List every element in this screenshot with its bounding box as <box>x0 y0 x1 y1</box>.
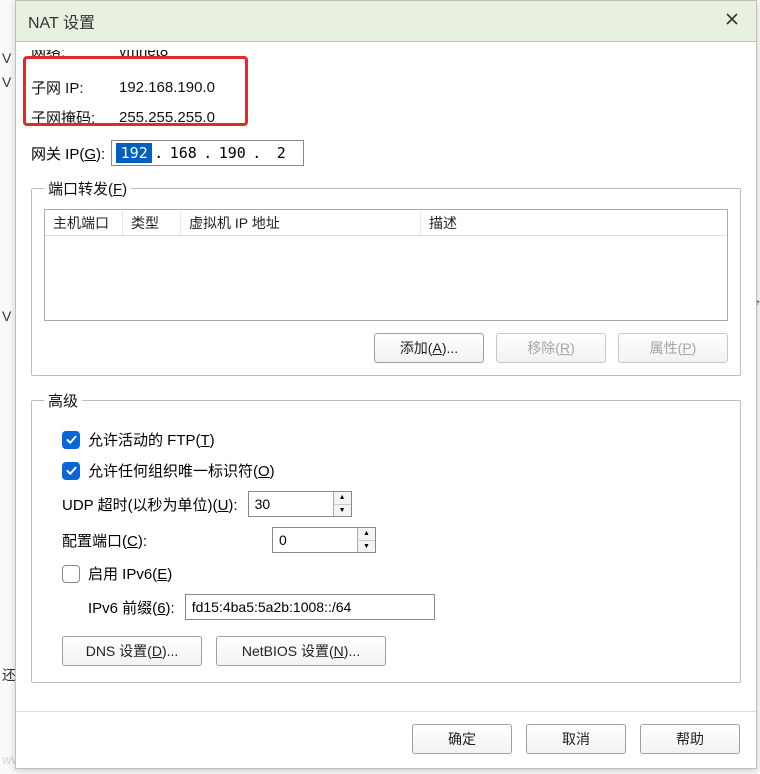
netbios-settings-button[interactable]: NetBIOS 设置(N)... <box>216 636 386 666</box>
gateway-label: 网关 IP(G): <box>31 143 105 164</box>
dialog-title: NAT 设置 <box>28 9 95 33</box>
nat-settings-dialog: NAT 设置 网络: vmnet8 子网 IP: 192.168.190.0 子… <box>15 0 757 769</box>
subnet-mask-value: 255.255.255.0 <box>119 109 215 126</box>
network-label: 网络: <box>31 50 119 62</box>
ipv6-prefix-label: IPv6 前缀(6): <box>88 597 175 618</box>
dialog-footer: 确定 取消 帮助 <box>16 711 756 768</box>
dns-settings-button[interactable]: DNS 设置(D)... <box>62 636 202 666</box>
subnet-ip-row: 子网 IP: 192.168.190.0 <box>31 72 741 102</box>
oui-label: 允许任何组织唯一标识符(O) <box>88 460 275 481</box>
subnet-ip-label: 子网 IP: <box>31 77 119 98</box>
udp-timeout-label: UDP 超时(以秒为单位)(U): <box>62 494 238 515</box>
config-port-spinner[interactable]: ▲ ▼ <box>272 527 376 553</box>
port-forward-legend: 端口转发(F) <box>44 178 131 199</box>
col-host-port[interactable]: 主机端口 <box>45 211 123 235</box>
spinner-down-icon[interactable]: ▼ <box>358 541 375 553</box>
gateway-octet-2[interactable]: 168 <box>165 143 201 163</box>
properties-button: 属性(P) <box>618 333 728 363</box>
subnet-mask-label: 子网掩码: <box>31 107 119 128</box>
remove-button: 移除(R) <box>496 333 606 363</box>
ftp-label: 允许活动的 FTP(T) <box>88 429 215 450</box>
gateway-octet-3[interactable]: 190 <box>214 143 250 163</box>
col-vm-ip[interactable]: 虚拟机 IP 地址 <box>181 211 421 235</box>
network-value: vmnet8 <box>119 50 168 60</box>
ipv6-prefix-input[interactable] <box>185 594 435 620</box>
titlebar: NAT 设置 <box>16 1 756 42</box>
ipv6-label: 启用 IPv6(E) <box>88 563 172 584</box>
bg-fragment: V <box>2 308 11 324</box>
close-icon[interactable] <box>720 11 744 31</box>
subnet-ip-value: 192.168.190.0 <box>119 79 215 96</box>
col-type[interactable]: 类型 <box>123 211 181 235</box>
spinner-down-icon[interactable]: ▼ <box>334 505 351 517</box>
cancel-button[interactable]: 取消 <box>526 724 626 754</box>
udp-timeout-input[interactable] <box>249 492 333 516</box>
config-port-input[interactable] <box>273 528 357 552</box>
port-forward-table[interactable]: 主机端口 类型 虚拟机 IP 地址 描述 <box>44 209 728 321</box>
bg-fragment: V <box>2 74 11 90</box>
bg-fragment: 还 <box>2 665 16 685</box>
advanced-legend: 高级 <box>44 390 82 411</box>
gateway-octet-1[interactable]: 192 <box>116 143 152 163</box>
col-desc[interactable]: 描述 <box>421 211 727 235</box>
spinner-up-icon[interactable]: ▲ <box>358 528 375 541</box>
help-button[interactable]: 帮助 <box>640 724 740 754</box>
bg-fragment: V <box>2 50 11 66</box>
gateway-octet-4[interactable]: 2 <box>263 143 299 163</box>
subnet-mask-row: 子网掩码: 255.255.255.0 <box>31 102 741 132</box>
udp-timeout-spinner[interactable]: ▲ ▼ <box>248 491 352 517</box>
advanced-group: 高级 允许活动的 FTP(T) 允许任何组织唯一标识符(O) <box>31 390 741 683</box>
spinner-up-icon[interactable]: ▲ <box>334 492 351 505</box>
add-button[interactable]: 添加(A)... <box>374 333 484 363</box>
config-port-label: 配置端口(C): <box>62 530 262 551</box>
ftp-checkbox[interactable] <box>62 431 80 449</box>
ok-button[interactable]: 确定 <box>412 724 512 754</box>
table-header: 主机端口 类型 虚拟机 IP 地址 描述 <box>45 210 727 236</box>
port-forward-group: 端口转发(F) 主机端口 类型 虚拟机 IP 地址 描述 添加(A)... 移除… <box>31 178 741 376</box>
ipv6-checkbox[interactable] <box>62 565 80 583</box>
oui-checkbox[interactable] <box>62 462 80 480</box>
network-row: 网络: vmnet8 <box>31 50 741 72</box>
gateway-ip-input[interactable]: 192 . 168 . 190 . 2 <box>111 140 304 166</box>
